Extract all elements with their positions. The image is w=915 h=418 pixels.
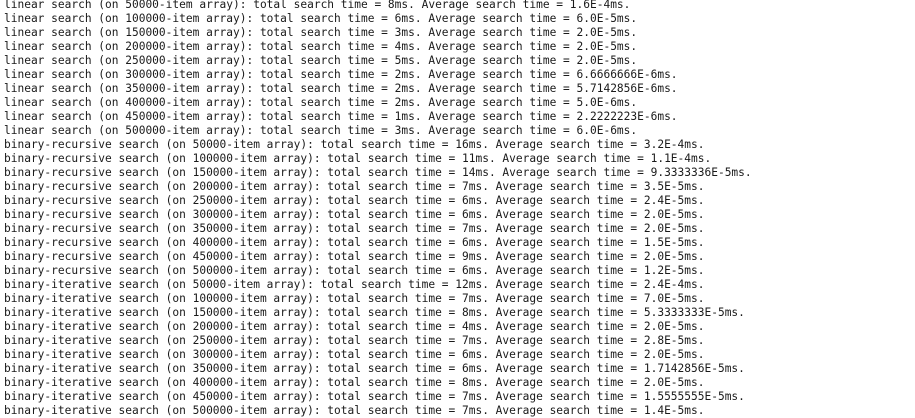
console-line: binary-recursive search (on 250000-item … [4, 194, 705, 207]
console-line: binary-recursive search (on 150000-item … [4, 166, 752, 179]
console-line: linear search (on 350000-item array): to… [4, 82, 678, 95]
console-line: linear search (on 100000-item array): to… [4, 12, 638, 25]
console-line: linear search (on 400000-item array): to… [4, 96, 638, 109]
console-line: binary-recursive search (on 50000-item a… [4, 138, 705, 151]
console-line: binary-recursive search (on 500000-item … [4, 264, 705, 277]
console-output: linear search (on 50000-item array): tot… [4, 0, 909, 418]
console-line: binary-iterative search (on 100000-item … [4, 292, 705, 305]
console-line: binary-recursive search (on 100000-item … [4, 152, 712, 165]
console-line: binary-iterative search (on 150000-item … [4, 306, 745, 319]
console-line: binary-iterative search (on 450000-item … [4, 390, 745, 403]
console-line: linear search (on 500000-item array): to… [4, 124, 638, 137]
console-line: binary-iterative search (on 400000-item … [4, 376, 705, 389]
console-line: linear search (on 200000-item array): to… [4, 40, 638, 53]
console-line: binary-iterative search (on 500000-item … [4, 404, 705, 417]
console-line: binary-recursive search (on 450000-item … [4, 250, 705, 263]
console-line: binary-recursive search (on 400000-item … [4, 236, 705, 249]
console-line: binary-iterative search (on 250000-item … [4, 334, 705, 347]
console-line: linear search (on 150000-item array): to… [4, 26, 638, 39]
console-line: binary-iterative search (on 300000-item … [4, 348, 705, 361]
console-line: binary-recursive search (on 350000-item … [4, 222, 705, 235]
console-line: binary-recursive search (on 300000-item … [4, 208, 705, 221]
console-line: linear search (on 300000-item array): to… [4, 68, 678, 81]
console-line: linear search (on 50000-item array): tot… [4, 0, 631, 11]
console-line: binary-iterative search (on 350000-item … [4, 362, 745, 375]
console-line: linear search (on 450000-item array): to… [4, 110, 678, 123]
console-line: binary-recursive search (on 200000-item … [4, 180, 705, 193]
console-line: binary-iterative search (on 200000-item … [4, 320, 705, 333]
console-line: binary-iterative search (on 50000-item a… [4, 278, 705, 291]
console-line: linear search (on 250000-item array): to… [4, 54, 638, 67]
